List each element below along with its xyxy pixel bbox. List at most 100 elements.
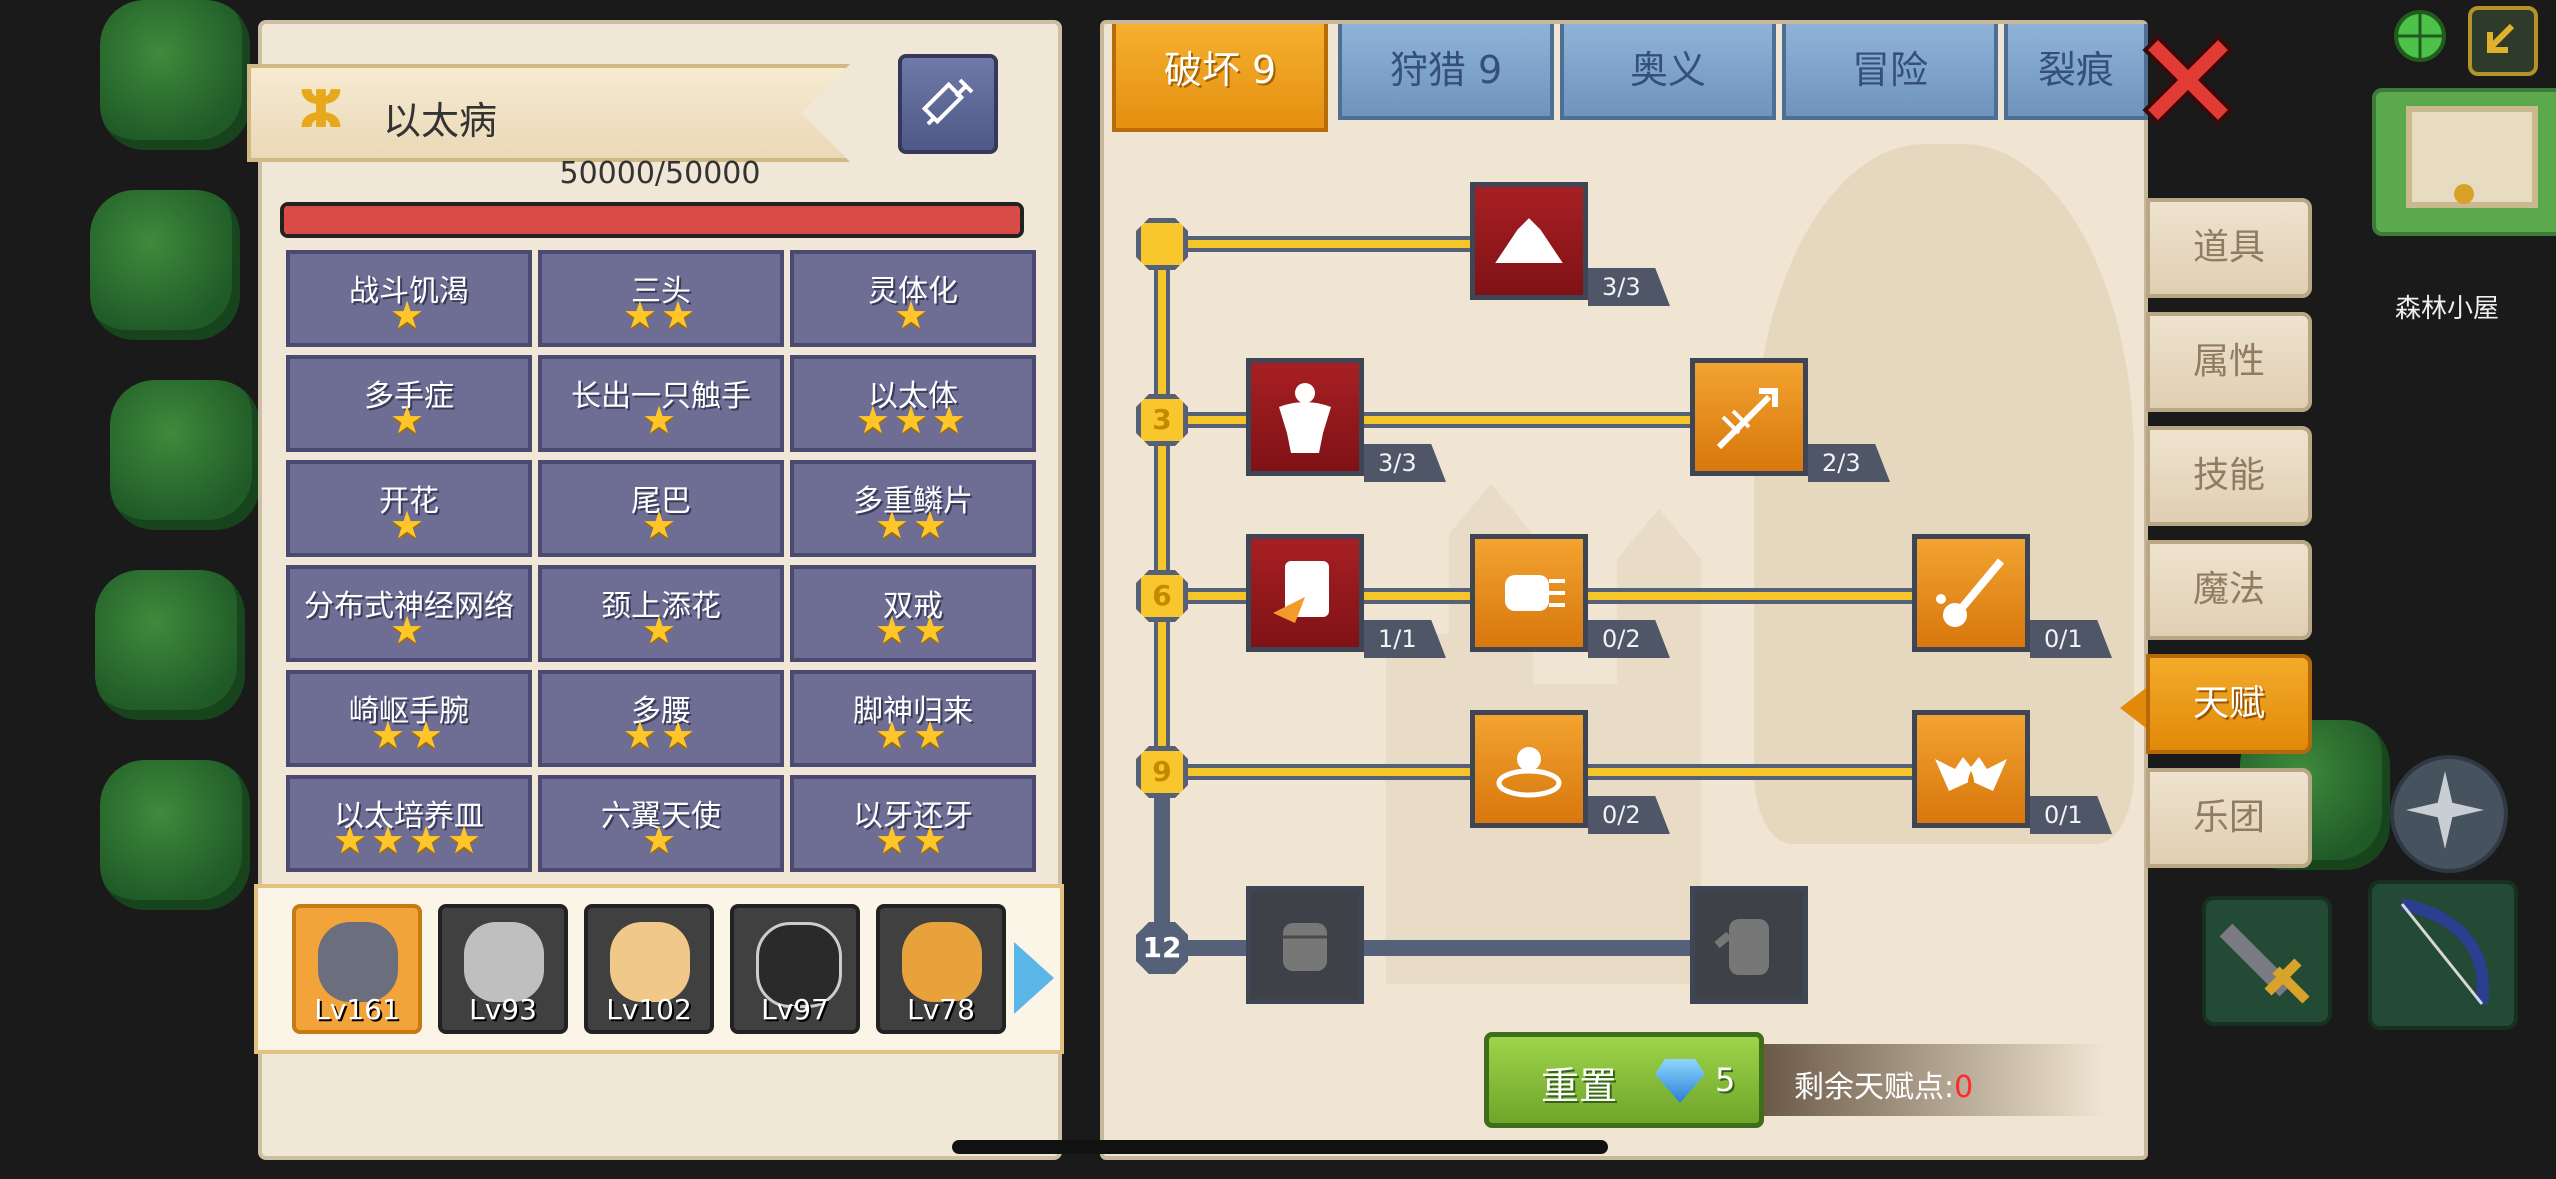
tree-rail-row: [1164, 764, 2024, 780]
next-arrow-icon[interactable]: [1014, 942, 1054, 1014]
tab-rift[interactable]: 裂痕: [2004, 24, 2148, 120]
talent-bat-drop[interactable]: [1912, 710, 2030, 828]
mutation-cell[interactable]: 以太培养皿 ★★★★: [286, 775, 532, 872]
mutation-stars: ★: [389, 293, 429, 337]
side-tab-band[interactable]: 乐团: [2146, 768, 2312, 868]
arm-wrestle-icon: [1495, 218, 1563, 263]
punch-icon: [1505, 575, 1565, 611]
syringe-icon: [921, 78, 974, 126]
talent-card-strike[interactable]: [1246, 534, 1364, 652]
mutation-cell[interactable]: 多腰 ★★: [538, 670, 784, 767]
mutation-stars: ★★: [874, 818, 952, 862]
mutation-cell[interactable]: 三头 ★★: [538, 250, 784, 347]
hp-bar: [280, 202, 1024, 238]
mutation-stars: ★: [641, 503, 681, 547]
talent-arrow-hit[interactable]: [1690, 358, 1808, 476]
side-tab-talent[interactable]: 天赋: [2120, 654, 2312, 754]
sword-weapon-icon[interactable]: [2202, 896, 2332, 1026]
tree: [110, 380, 260, 530]
minimap[interactable]: [2372, 88, 2556, 236]
hero-slot[interactable]: Lv93: [438, 904, 568, 1034]
network-icon[interactable]: [2380, 4, 2450, 74]
hero-level: Lv93: [469, 993, 537, 1026]
hero-portrait: [464, 922, 544, 1002]
tree-rail-locked: [1154, 784, 1170, 944]
disease-panel: ⵣ 以太病 50000/50000 战斗饥渴 ★ 三头 ★★ 灵体化 ★ 多手症 ★ 长出一只触…: [247, 20, 1064, 1160]
hero-strip: Lv161 Lv93 Lv102 Lv97 Lv78: [254, 884, 1064, 1054]
mutation-cell[interactable]: 崎岖手腕 ★★: [286, 670, 532, 767]
tree-rail-row: [1164, 236, 1474, 252]
mutation-stars: ★: [893, 293, 933, 337]
bat-drop-icon: [1935, 757, 2007, 791]
hero-level: Lv161: [314, 993, 400, 1026]
gem-icon: [1655, 1059, 1705, 1103]
talent-count: 3/3: [1588, 268, 1670, 306]
talent-arm-wrestle[interactable]: [1470, 182, 1588, 300]
close-button[interactable]: [2140, 28, 2240, 128]
tree-root-node: [1136, 218, 1188, 270]
talent-palm-locked[interactable]: [1690, 886, 1808, 1004]
mutation-cell[interactable]: 灵体化 ★: [790, 250, 1036, 347]
compass-icon[interactable]: [2390, 755, 2508, 873]
mutation-cell[interactable]: 六翼天使 ★: [538, 775, 784, 872]
talent-punch[interactable]: [1470, 534, 1588, 652]
mutation-stars: ★★: [622, 713, 700, 757]
tab-destroy[interactable]: 破坏 9: [1112, 24, 1328, 132]
mutation-cell[interactable]: 分布式神经网络 ★: [286, 565, 532, 662]
mutation-stars: ★★★: [855, 398, 971, 442]
mutation-cell[interactable]: 多手症 ★: [286, 355, 532, 452]
location-label: 森林小屋: [2395, 294, 2500, 324]
mutation-cell[interactable]: 尾巴 ★: [538, 460, 784, 557]
mutation-cell[interactable]: 长出一只触手 ★: [538, 355, 784, 452]
hero-slot[interactable]: Lv78: [876, 904, 1006, 1034]
hero-slot[interactable]: Lv102: [584, 904, 714, 1034]
arrow-hit-icon: [1716, 388, 1778, 450]
mutation-cell[interactable]: 开花 ★: [286, 460, 532, 557]
reset-label: 重置: [1541, 1064, 1618, 1108]
level-node: 12: [1136, 922, 1188, 974]
tree: [100, 0, 250, 150]
reset-cost: 5: [1715, 1061, 1736, 1099]
card-strike-icon: [1273, 561, 1329, 623]
ripple-orb-icon: [1496, 747, 1562, 798]
talent-muscle-body[interactable]: [1246, 358, 1364, 476]
talent-fist-locked[interactable]: [1246, 886, 1364, 1004]
mutation-stars: ★★: [622, 293, 700, 337]
talent-ripple-orb[interactable]: [1470, 710, 1588, 828]
exit-icon[interactable]: [2468, 6, 2538, 76]
side-tab-magic[interactable]: 魔法: [2146, 540, 2312, 640]
mutation-cell[interactable]: 脚神归来 ★★: [790, 670, 1036, 767]
mutation-cell[interactable]: 颈上添花 ★: [538, 565, 784, 662]
hp-text: 50000/50000: [559, 156, 761, 191]
home-indicator: [952, 1140, 1608, 1154]
tree: [95, 570, 245, 720]
tab-hunt[interactable]: 狩猎 9: [1338, 24, 1554, 120]
hero-portrait: [318, 922, 398, 1002]
mutation-stars: ★★: [874, 503, 952, 547]
mutation-cell[interactable]: 双戒 ★★: [790, 565, 1036, 662]
side-tab-skills[interactable]: 技能: [2146, 426, 2312, 526]
talent-splash-slash[interactable]: [1912, 534, 2030, 652]
tab-adventure[interactable]: 冒险: [1782, 24, 1998, 120]
side-tab-items[interactable]: 道具: [2146, 198, 2312, 298]
mutation-cell[interactable]: 以太体 ★★★: [790, 355, 1036, 452]
hero-level: Lv78: [907, 993, 975, 1026]
mutation-cell[interactable]: 战斗饥渴 ★: [286, 250, 532, 347]
hero-slot[interactable]: Lv97: [730, 904, 860, 1034]
hero-portrait: [610, 922, 690, 1002]
tab-mystery[interactable]: 奥义: [1560, 24, 1776, 120]
level-node: 6: [1136, 570, 1188, 622]
mutation-cell[interactable]: 多重鳞片 ★★: [790, 460, 1036, 557]
mutation-stars: ★★: [874, 608, 952, 652]
hero-slot[interactable]: Lv161: [292, 904, 422, 1034]
talent-count: 1/1: [1364, 620, 1446, 658]
bow-weapon-icon[interactable]: [2368, 880, 2518, 1030]
hero-portrait: [902, 922, 982, 1002]
mutation-stars: ★: [641, 398, 681, 442]
syringe-button[interactable]: [898, 54, 998, 154]
mutation-cell[interactable]: 以牙还牙 ★★: [790, 775, 1036, 872]
mutation-stars: ★: [641, 608, 681, 652]
side-tab-attributes[interactable]: 属性: [2146, 312, 2312, 412]
reset-button[interactable]: 重置 5: [1484, 1032, 1764, 1128]
mutation-stars: ★: [389, 398, 429, 442]
